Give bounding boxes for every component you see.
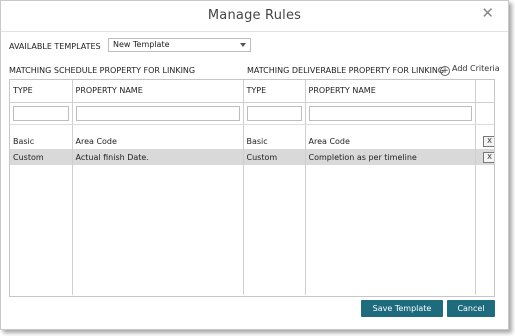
cancel-button[interactable]: Cancel (447, 300, 495, 317)
remove-row-button[interactable]: X (482, 135, 494, 147)
rules-table: TYPE PROPERTY NAME TYPE PROPERTY NAME Ba… (10, 80, 494, 295)
remove-row-button[interactable]: X (482, 151, 494, 163)
table-row[interactable]: Custom Actual finish Date. Custom Comple… (10, 149, 494, 165)
schedule-property-cell: Actual finish Date. (72, 149, 244, 165)
deliverable-property-cell: Area Code (305, 133, 476, 149)
plus-circle-icon: + (440, 66, 450, 76)
add-criteria-button[interactable]: + Add Criteria (440, 64, 500, 76)
dialog-title: Manage Rules (207, 8, 302, 23)
manage-rules-dialog: Manage Rules ✕ AVAILABLE TEMPLATES New T… (0, 0, 509, 330)
deliverable-property-cell: Completion as per timeline (305, 149, 476, 165)
header-schedule-property-name: PROPERTY NAME (72, 80, 244, 103)
available-templates-label: AVAILABLE TEMPLATES (9, 42, 101, 51)
header-deliverable-type: TYPE (243, 80, 306, 103)
deliverable-type-cell: Custom (243, 149, 306, 165)
table-row[interactable]: Basic Area Code Basic Area Code X (10, 133, 494, 149)
schedule-property-cell: Area Code (72, 133, 244, 149)
deliverable-type-cell: Basic (243, 133, 306, 149)
header-deliverable-property-name: PROPERTY NAME (305, 80, 476, 103)
close-icon[interactable]: ✕ (481, 6, 494, 21)
filter-deliverable-property-input[interactable] (308, 105, 472, 121)
schedule-type-cell: Basic (10, 133, 73, 149)
header-schedule-type: TYPE (10, 80, 73, 103)
schedule-type-cell: Custom (10, 149, 73, 165)
filter-empty-cell (475, 102, 494, 125)
schedule-section-label: MATCHING SCHEDULE PROPERTY FOR LINKING (9, 66, 196, 75)
dialog-titlebar: Manage Rules ✕ (1, 1, 508, 32)
deliverable-section-label: MATCHING DELIVERABLE PROPERTY FOR LINKIN… (247, 66, 445, 75)
template-select-value: New Template (113, 40, 170, 49)
filter-schedule-type-input[interactable] (13, 105, 69, 121)
save-template-button[interactable]: Save Template (361, 300, 443, 317)
header-actions (475, 80, 494, 103)
filter-schedule-property-input[interactable] (75, 105, 240, 121)
add-criteria-label: Add Criteria (452, 64, 500, 73)
chevron-down-icon (240, 43, 246, 47)
rules-grid: TYPE PROPERTY NAME TYPE PROPERTY NAME Ba… (9, 79, 495, 297)
filter-deliverable-type-input[interactable] (246, 105, 302, 121)
template-select[interactable]: New Template (108, 38, 251, 52)
